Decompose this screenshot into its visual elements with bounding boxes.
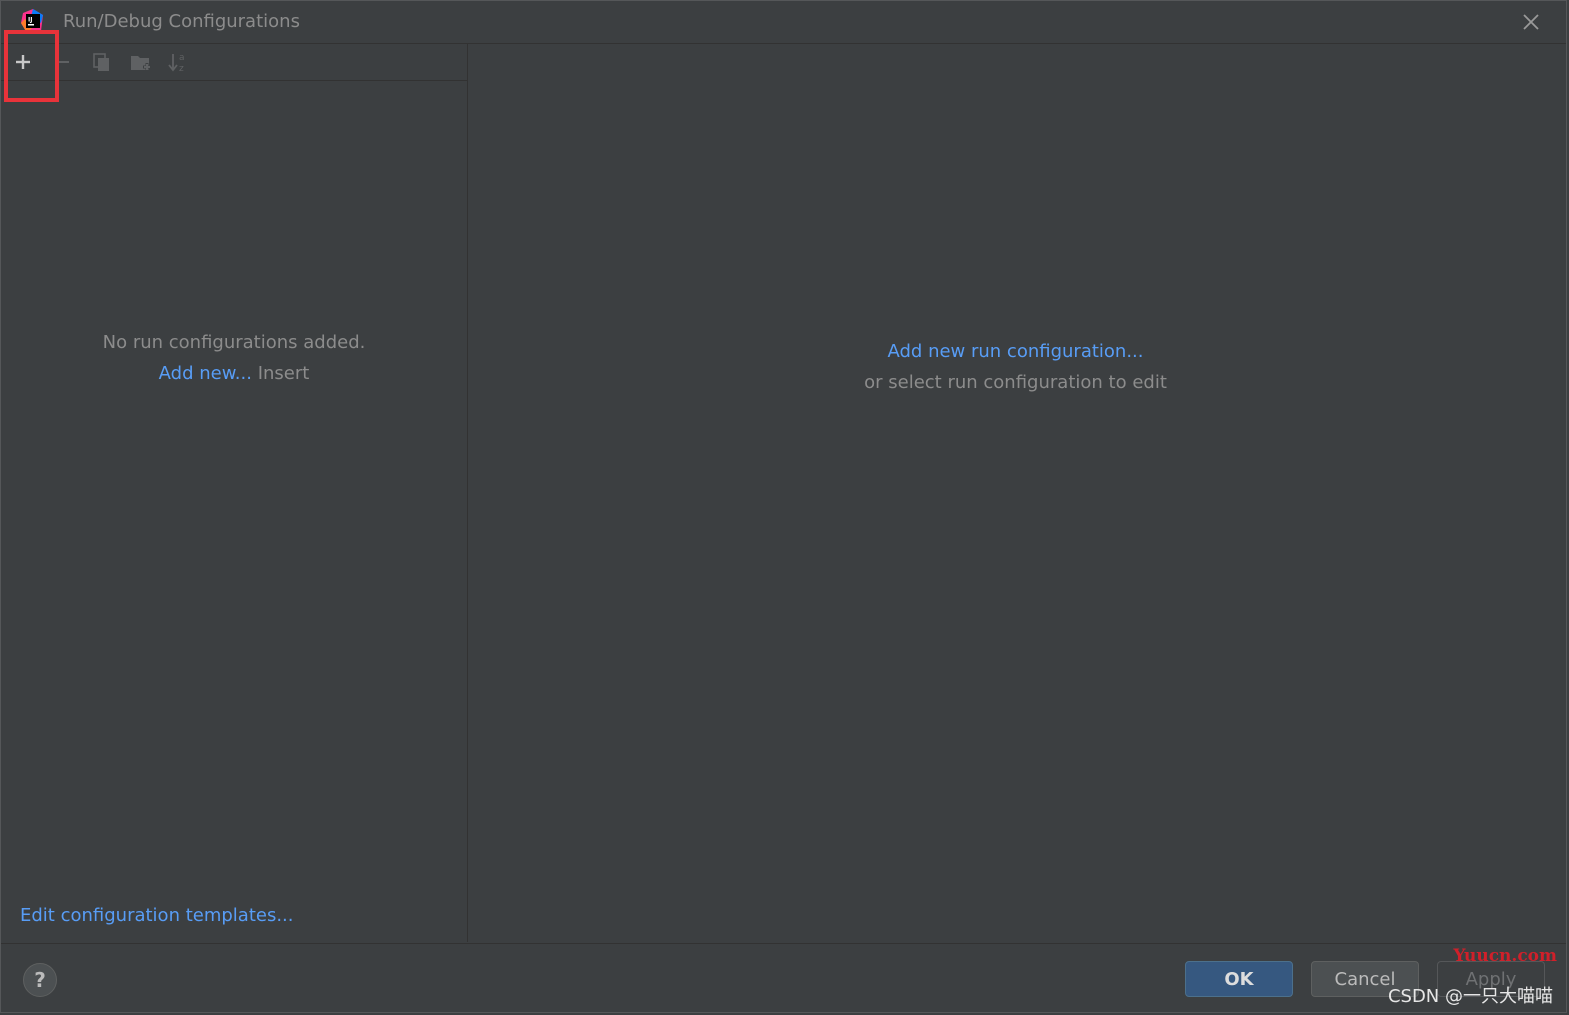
svg-text:IJ: IJ [28, 17, 32, 24]
add-new-line: Add new... Insert [1, 363, 467, 384]
copy-icon[interactable] [89, 50, 113, 74]
configurations-tree-pane: a z No run configurations added. Add new… [1, 44, 468, 942]
dialog-button-bar: ? OK Cancel Apply [1, 943, 1566, 1014]
configurations-toolbar: a z [1, 44, 467, 81]
title-bar: IJ Run/Debug Configurations [1, 1, 1566, 44]
configuration-editor-pane: Add new run configuration... or select r… [468, 44, 1567, 942]
intellij-app-icon: IJ [21, 9, 45, 33]
ok-button[interactable]: OK [1185, 961, 1293, 997]
add-new-run-configuration-line: Add new run configuration... [468, 341, 1563, 362]
svg-text:z: z [179, 64, 184, 73]
author-watermark: CSDN @一只大喵喵 [1387, 986, 1553, 1007]
plus-icon[interactable] [11, 50, 35, 74]
edit-configuration-templates-link[interactable]: Edit configuration templates... [20, 905, 294, 926]
new-folder-icon[interactable] [129, 50, 153, 74]
help-button[interactable]: ? [23, 963, 57, 997]
minus-icon[interactable] [51, 50, 75, 74]
site-watermark: Yuucn.com [1453, 946, 1557, 966]
run-debug-configurations-dialog: IJ Run/Debug Configurations a z No run c… [0, 0, 1567, 1013]
empty-configurations-message: No run configurations added. [102, 332, 366, 353]
dialog-title: Run/Debug Configurations [63, 11, 300, 32]
close-icon[interactable] [1520, 11, 1542, 33]
add-new-shortcut: Insert [257, 363, 310, 384]
select-configuration-hint: or select run configuration to edit [864, 372, 1167, 393]
add-new-link[interactable]: Add new... [159, 363, 252, 384]
svg-text:a: a [179, 53, 185, 63]
add-new-run-configuration-link[interactable]: Add new run configuration... [888, 341, 1144, 362]
sort-alphabetical-icon[interactable]: a z [167, 50, 191, 74]
